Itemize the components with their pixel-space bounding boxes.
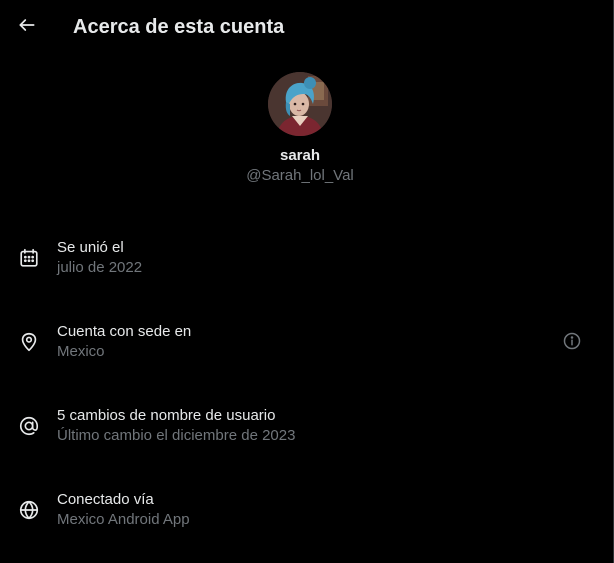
account-info-list: Se unió el julio de 2022 Cuenta con sede…	[0, 236, 600, 563]
info-title: Se unió el	[57, 239, 124, 256]
display-name: sarah	[279, 147, 321, 164]
user-handle: @Sarah_lol_Val	[246, 167, 354, 184]
info-subtitle: Último cambio el diciembre de 2023	[57, 427, 296, 444]
page-title: Acerca de esta cuenta	[73, 16, 285, 38]
avatar[interactable]	[268, 72, 332, 136]
header: Acerca de esta cuenta	[0, 0, 614, 54]
info-row-location: Cuenta con sede en Mexico	[0, 320, 600, 404]
info-row-username-changes: 5 cambios de nombre de usuario Último ca…	[0, 404, 600, 488]
info-title: 5 cambios de nombre de usuario	[57, 407, 276, 424]
info-subtitle: Mexico Android App	[57, 511, 190, 528]
info-row-joined: Se unió el julio de 2022	[0, 236, 600, 320]
about-account-page: Acerca de esta cuenta sarah @Sarah_lol_V…	[0, 0, 614, 563]
info-icon[interactable]	[562, 331, 582, 351]
info-title: Conectado vía	[57, 491, 154, 508]
info-subtitle: julio de 2022	[57, 259, 143, 276]
info-text: Se unió el julio de 2022	[57, 238, 142, 278]
info-text: 5 cambios de nombre de usuario Último ca…	[57, 406, 295, 446]
arrow-left-icon	[17, 15, 37, 40]
info-row-connected-via: Conectado vía Mexico Android App	[0, 488, 600, 563]
info-text: Cuenta con sede en Mexico	[57, 322, 191, 362]
profile-summary: sarah @Sarah_lol_Val	[0, 72, 600, 186]
calendar-icon	[18, 247, 40, 269]
globe-icon	[18, 499, 40, 521]
info-title: Cuenta con sede en	[57, 323, 192, 340]
back-button[interactable]	[8, 8, 46, 46]
info-subtitle: Mexico	[57, 343, 105, 360]
at-sign-icon	[18, 415, 40, 437]
location-pin-icon	[18, 331, 40, 353]
info-text: Conectado vía Mexico Android App	[57, 490, 190, 530]
